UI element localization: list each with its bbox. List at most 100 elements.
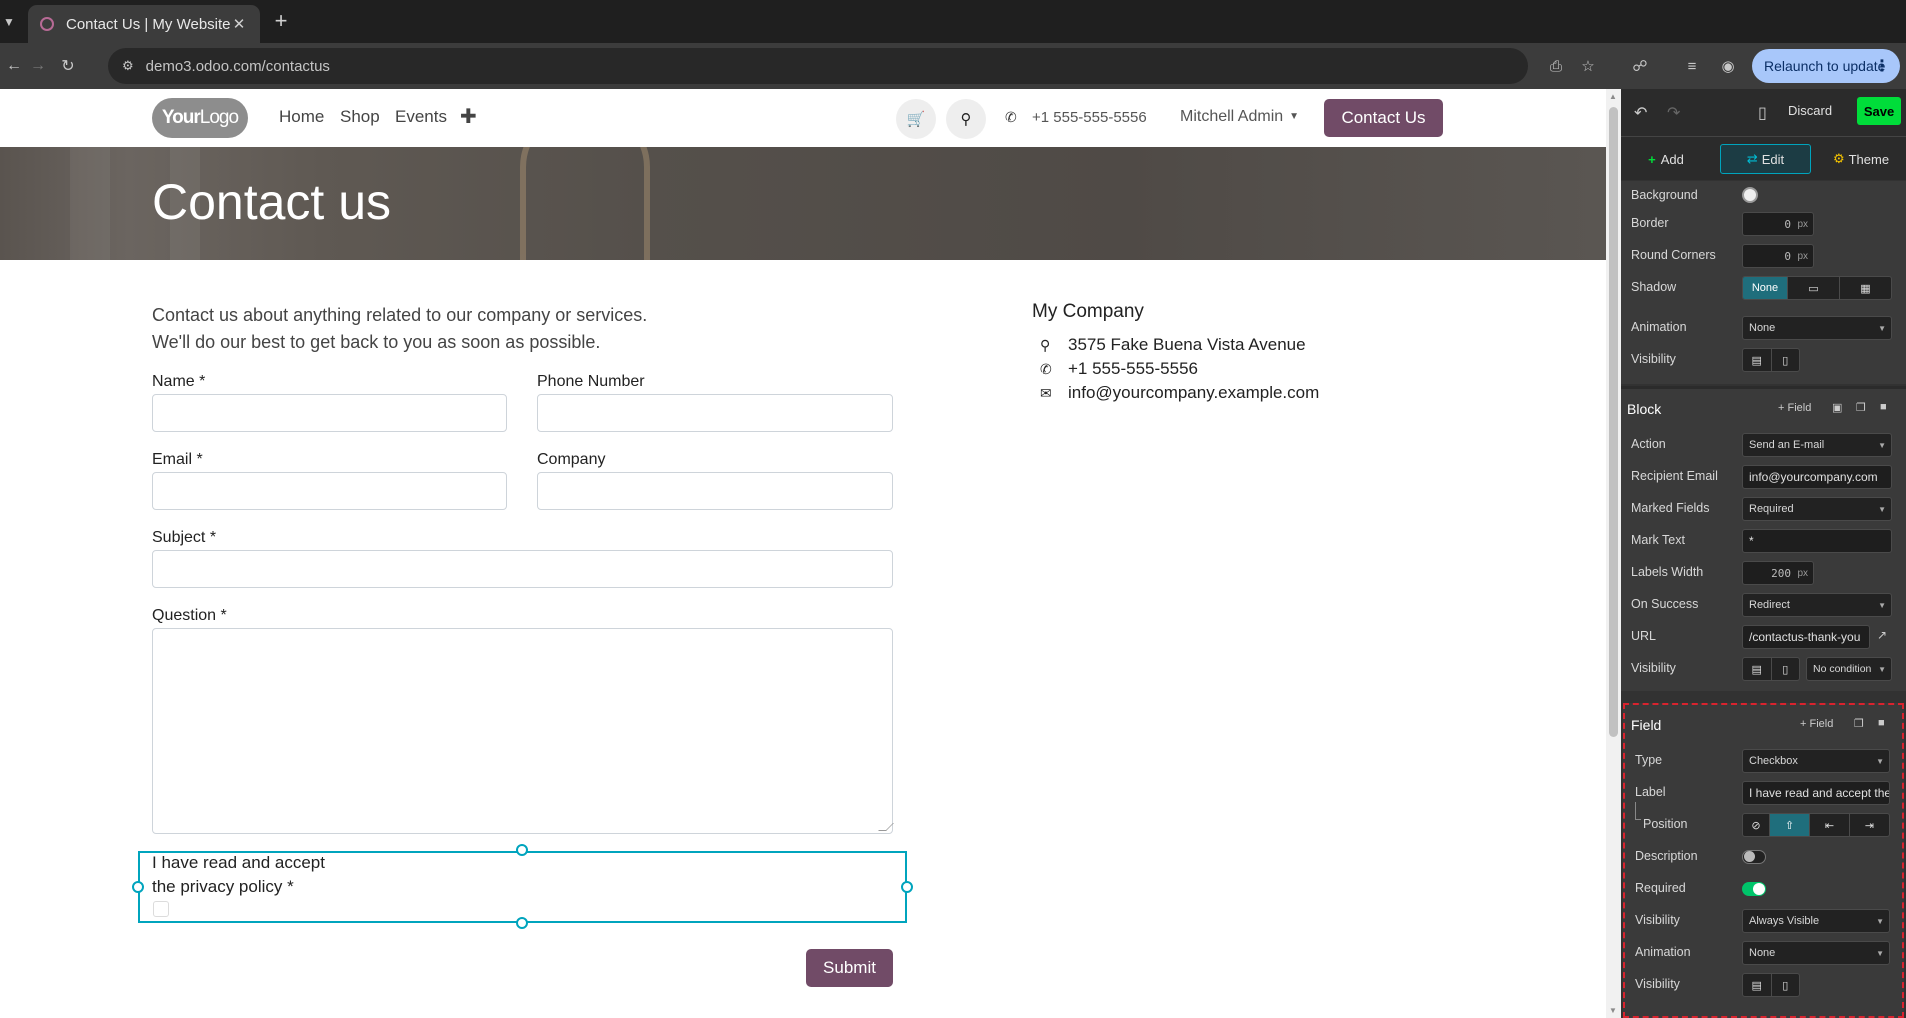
block-add-field-button[interactable]: + Field <box>1778 402 1811 414</box>
position-top-icon[interactable]: ⇧ <box>1770 814 1810 836</box>
duplicate-icon[interactable]: ❐ <box>1856 401 1866 414</box>
nav-events[interactable]: Events <box>395 107 447 127</box>
label-input[interactable]: I have read and accept the privacy polic… <box>1742 781 1890 805</box>
address-bar[interactable]: ⚙ demo3.odoo.com/contactus <box>108 48 1528 84</box>
name-input[interactable] <box>152 394 507 432</box>
tab-add[interactable]: + Add <box>1631 144 1701 174</box>
marked-fields-select[interactable]: Required ▼ <box>1742 497 1892 521</box>
reload-icon[interactable]: ↻ <box>54 52 82 80</box>
scrollbar-thumb[interactable] <box>1609 107 1618 737</box>
type-select[interactable]: Checkbox ▼ <box>1742 749 1890 773</box>
resize-handle-bottom[interactable] <box>516 917 528 929</box>
hide-desktop-icon[interactable]: ▤ <box>1743 974 1772 996</box>
search-button[interactable]: ⚲ <box>946 99 986 139</box>
new-tab-button[interactable]: + <box>270 10 292 33</box>
trash-icon[interactable]: ■ <box>1878 717 1885 729</box>
duplicate-icon[interactable]: ❐ <box>1854 717 1864 730</box>
labels-width-input[interactable]: 200 px <box>1742 561 1814 585</box>
page-scrollbar[interactable]: ▲ ▼ <box>1606 89 1621 1018</box>
action-row: Action Send an E-mail ▼ <box>1621 432 1906 458</box>
visibility-condition-select[interactable]: No condition ▼ <box>1806 657 1892 681</box>
email-input[interactable] <box>152 472 507 510</box>
contact-us-button[interactable]: Contact Us <box>1324 99 1443 137</box>
header-phone[interactable]: +1 555-555-5556 <box>1032 109 1147 126</box>
submit-button[interactable]: Submit <box>806 949 893 987</box>
external-link-icon[interactable]: ↗ <box>1877 628 1887 642</box>
url-input[interactable]: /contactus-thank-you <box>1742 625 1870 649</box>
border-unit: px <box>1797 218 1808 230</box>
shadow-none-button[interactable]: None <box>1743 277 1788 299</box>
recipient-email-input[interactable]: info@yourcompany.com <box>1742 465 1892 489</box>
save-button[interactable]: Save <box>1857 97 1901 125</box>
scroll-down-icon[interactable]: ▼ <box>1609 1006 1617 1015</box>
action-select[interactable]: Send an E-mail ▼ <box>1742 433 1892 457</box>
resize-handle-right[interactable] <box>901 881 913 893</box>
field-animation-select[interactable]: None ▼ <box>1742 941 1890 965</box>
browser-menu-icon[interactable]: ⋮ <box>1874 56 1890 76</box>
field-visibility-select[interactable]: Always Visible ▼ <box>1742 909 1890 933</box>
nav-shop[interactable]: Shop <box>340 107 380 127</box>
mark-text-input[interactable]: * <box>1742 529 1892 553</box>
tab-theme[interactable]: ⚙ Theme <box>1821 144 1901 174</box>
forward-icon[interactable]: → <box>24 52 52 80</box>
hide-desktop-icon[interactable]: ▤ <box>1743 349 1772 371</box>
phone-input[interactable] <box>537 394 893 432</box>
required-toggle[interactable] <box>1742 882 1766 896</box>
hide-mobile-icon[interactable]: ▯ <box>1772 658 1800 680</box>
shadow-inset-icon[interactable]: ▦ <box>1840 277 1891 299</box>
site-info-icon[interactable]: ⚙ <box>122 58 134 74</box>
undo-icon[interactable]: ↶ <box>1634 103 1647 123</box>
hide-desktop-icon[interactable]: ▤ <box>1743 658 1772 680</box>
background-color-picker[interactable] <box>1742 187 1758 203</box>
scroll-up-icon[interactable]: ▲ <box>1609 92 1617 101</box>
privacy-policy-checkbox[interactable] <box>153 901 169 917</box>
relaunch-to-update-button[interactable]: Relaunch to update ⋮ <box>1752 49 1900 83</box>
bookmark-star-icon[interactable]: ☆ <box>1576 54 1600 78</box>
shadow-label: Shadow <box>1631 280 1677 294</box>
animation-select[interactable]: None ▼ <box>1742 316 1892 340</box>
save-snippet-icon[interactable]: ▣ <box>1832 401 1842 414</box>
close-tab-icon[interactable]: ✕ <box>230 15 248 33</box>
tab-edit[interactable]: ⇄ Edit <box>1720 144 1811 174</box>
dropdown-caret-icon: ▼ <box>1878 504 1886 514</box>
cart-button[interactable]: 🛒 <box>896 99 936 139</box>
discard-button[interactable]: Discard <box>1788 103 1832 118</box>
add-menu-item-icon[interactable]: ✚ <box>460 104 477 129</box>
site-logo[interactable]: Your Logo <box>152 98 248 138</box>
user-menu[interactable]: Mitchell Admin ▼ <box>1180 108 1299 126</box>
description-toggle[interactable] <box>1742 850 1766 864</box>
company-input[interactable] <box>537 472 893 510</box>
position-right-icon[interactable]: ⇥ <box>1850 814 1889 836</box>
border-input[interactable]: 0 px <box>1742 212 1814 236</box>
redo-icon[interactable]: ↷ <box>1667 103 1680 123</box>
company-label: Company <box>537 451 606 468</box>
company-email[interactable]: info@yourcompany.example.com <box>1068 383 1319 403</box>
on-success-select[interactable]: Redirect ▼ <box>1742 593 1892 617</box>
hide-mobile-icon[interactable]: ▯ <box>1772 974 1800 996</box>
reading-list-icon[interactable]: ≡ <box>1680 54 1704 78</box>
resize-handle-top[interactable] <box>516 844 528 856</box>
hide-mobile-icon[interactable]: ▯ <box>1772 349 1800 371</box>
mobile-preview-icon[interactable]: ▯ <box>1758 103 1767 123</box>
round-corners-input[interactable]: 0 px <box>1742 244 1814 268</box>
company-phone: +1 555-555-5556 <box>1068 359 1198 378</box>
nav-home[interactable]: Home <box>279 107 324 127</box>
resize-handle-left[interactable] <box>132 881 144 893</box>
position-left-icon[interactable]: ⇤ <box>1810 814 1850 836</box>
tab-search-icon[interactable]: ▼ <box>0 12 18 32</box>
profile-avatar-icon[interactable]: ◉ <box>1716 54 1740 78</box>
resize-handle-icon[interactable] <box>878 823 894 831</box>
question-textarea[interactable] <box>152 628 894 834</box>
field-add-field-button[interactable]: + Field <box>1800 718 1833 730</box>
extensions-icon[interactable]: ☍ <box>1628 54 1652 78</box>
field-title: Field <box>1631 717 1662 733</box>
browser-tab[interactable]: Contact Us | My Website ✕ <box>28 5 260 43</box>
install-app-icon[interactable]: ⎙ <box>1544 54 1568 78</box>
trash-icon[interactable]: ■ <box>1880 401 1887 413</box>
position-hidden-icon[interactable]: ⊘ <box>1743 814 1770 836</box>
type-row: Type Checkbox ▼ <box>1625 748 1906 774</box>
subject-input[interactable] <box>152 550 893 588</box>
company-address: 3575 Fake Buena Vista Avenue <box>1068 335 1306 354</box>
shadow-outset-icon[interactable]: ▭ <box>1788 277 1840 299</box>
label-position-options: ⊘ ⇧ ⇤ ⇥ <box>1742 813 1890 837</box>
